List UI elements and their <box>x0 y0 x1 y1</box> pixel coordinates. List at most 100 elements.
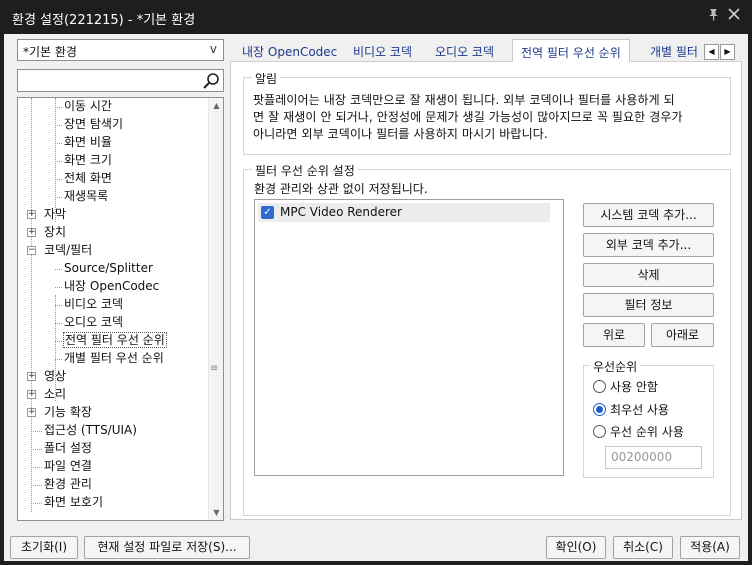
tree-item[interactable]: 화면 보호기 <box>44 494 103 511</box>
filter-priority-legend: 필터 우선 순위 설정 <box>252 162 358 179</box>
cancel-button[interactable]: 취소(C) <box>613 536 673 559</box>
tree-item[interactable]: 장치 <box>44 224 66 241</box>
filter-list[interactable]: ✓ MPC Video Renderer <box>254 199 564 476</box>
delete-button[interactable]: 삭제 <box>583 263 714 287</box>
tree-line <box>55 197 62 198</box>
tree-item[interactable]: 비디오 코덱 <box>64 296 123 313</box>
chevron-down-icon: v <box>209 42 217 56</box>
tree-item[interactable]: 영상 <box>44 368 66 385</box>
profile-select-value: *기본 환경 <box>23 45 77 59</box>
radio-selected-icon <box>593 403 606 416</box>
tree-item[interactable]: 재생목록 <box>64 188 108 205</box>
checkbox-checked-icon[interactable]: ✓ <box>261 206 274 219</box>
expand-icon[interactable]: + <box>27 228 36 237</box>
tab-scroll-right-icon[interactable]: ▶ <box>720 44 735 60</box>
tree-item[interactable]: 화면 크기 <box>64 152 112 169</box>
tree-line <box>55 161 62 162</box>
reset-button[interactable]: 초기화(I) <box>10 536 78 559</box>
add-system-codec-button[interactable]: 시스템 코덱 추가... <box>583 203 714 227</box>
tree-item[interactable]: 소리 <box>44 386 66 403</box>
tree-item[interactable]: 자막 <box>44 206 66 223</box>
scroll-up-icon[interactable]: ▲ <box>209 98 223 113</box>
tree-line <box>55 305 62 306</box>
scroll-down-icon[interactable]: ▼ <box>209 505 223 520</box>
tree-item[interactable]: 파일 연결 <box>44 458 92 475</box>
priority-legend: 우선순위 <box>590 358 641 375</box>
move-down-button[interactable]: 아래로 <box>651 323 714 347</box>
expand-icon[interactable]: + <box>27 210 36 219</box>
close-icon[interactable] <box>728 8 740 24</box>
radio-label: 최우선 사용 <box>610 403 670 417</box>
move-up-button[interactable]: 위로 <box>583 323 645 347</box>
tree-item[interactable]: 코덱/필터 <box>44 242 92 259</box>
tree-item[interactable]: 환경 관리 <box>44 476 92 493</box>
settings-tree[interactable]: 이동 시간 장면 탐색기 화면 비율 화면 크기 전체 화면 재생목록 + 자막… <box>17 97 224 521</box>
tree-line <box>55 287 62 288</box>
tree-line <box>55 341 62 342</box>
dialog-body: *기본 환경 v 이동 시간 장면 탐색기 화면 비율 화면 크기 전체 화면 … <box>4 34 748 561</box>
scrollbar-thumb[interactable] <box>211 115 221 503</box>
tree-item[interactable]: 접근성 (TTS/UIA) <box>44 422 137 439</box>
tree-content: 이동 시간 장면 탐색기 화면 비율 화면 크기 전체 화면 재생목록 + 자막… <box>18 98 208 520</box>
tab-builtin-opencodec[interactable]: 내장 OpenCodec <box>242 43 337 63</box>
expand-icon[interactable]: + <box>27 372 36 381</box>
tab-scroll-left-icon[interactable]: ◀ <box>704 44 719 60</box>
tree-item[interactable]: 오디오 코덱 <box>64 314 123 331</box>
profile-select[interactable]: *기본 환경 v <box>17 39 224 61</box>
notice-group: 알림 팟플레이어는 내장 코덱만으로 잘 재생이 됩니다. 외부 코덱이나 필터… <box>243 70 731 155</box>
tree-line <box>55 107 62 108</box>
notice-legend: 알림 <box>252 70 281 87</box>
tree-item[interactable]: 기능 확장 <box>44 404 92 421</box>
tree-item[interactable]: 폴더 설정 <box>44 440 92 457</box>
tree-item[interactable]: 전체 화면 <box>64 170 112 187</box>
pin-icon[interactable] <box>707 8 720 25</box>
save-current-settings-button[interactable]: 현재 설정 파일로 저장(S)... <box>84 536 250 559</box>
tree-line <box>55 359 62 360</box>
collapse-icon[interactable]: − <box>27 246 36 255</box>
radio-icon <box>593 425 606 438</box>
priority-value-field[interactable]: 00200000 <box>605 446 702 469</box>
tree-line <box>55 323 62 324</box>
tree-line <box>55 98 56 222</box>
tree-line <box>31 431 42 432</box>
filter-priority-description: 환경 관리와 상관 없이 저장됩니다. <box>254 182 428 196</box>
settings-window: 환경 설정(221215) - *기본 환경 *기본 환경 v 이동 시간 장면… <box>0 0 752 565</box>
list-item-label: MPC Video Renderer <box>280 205 402 219</box>
radio-label: 우선 순위 사용 <box>610 425 684 439</box>
tree-item[interactable]: 내장 OpenCodec <box>64 278 159 295</box>
tab-bar: 내장 OpenCodec 비디오 코덱 오디오 코덱 전역 필터 우선 순위 개… <box>230 38 742 63</box>
expand-icon[interactable]: + <box>27 408 36 417</box>
tree-item[interactable]: 장면 탐색기 <box>64 116 123 133</box>
filter-info-button[interactable]: 필터 정보 <box>583 293 714 317</box>
tree-line <box>31 503 42 504</box>
expand-icon[interactable]: + <box>27 390 36 399</box>
tree-item-selected[interactable]: 전역 필터 우선 순위 <box>63 332 167 349</box>
window-title: 환경 설정(221215) - *기본 환경 <box>12 13 196 28</box>
ok-button[interactable]: 확인(O) <box>546 536 606 559</box>
search-input[interactable] <box>17 69 224 92</box>
tree-scrollbar[interactable]: ▲ ▼ <box>208 98 223 520</box>
apply-button[interactable]: 적용(A) <box>680 536 740 559</box>
add-external-codec-button[interactable]: 외부 코덱 추가... <box>583 233 714 257</box>
priority-group: 우선순위 사용 안함 최우선 사용 우선 순위 사용 00200000 <box>583 358 714 478</box>
tree-item[interactable]: Source/Splitter <box>64 260 153 277</box>
tab-video-codec[interactable]: 비디오 코덱 <box>353 43 412 63</box>
title-bar[interactable]: 환경 설정(221215) - *기본 환경 <box>0 0 752 34</box>
tab-panel: 알림 팟플레이어는 내장 코덱만으로 잘 재생이 됩니다. 외부 코덱이나 필터… <box>230 62 742 520</box>
tab-global-filter-priority[interactable]: 전역 필터 우선 순위 <box>512 39 630 63</box>
tree-line <box>55 179 62 180</box>
filter-priority-group: 필터 우선 순위 설정 환경 관리와 상관 없이 저장됩니다. ✓ MPC Vi… <box>243 162 731 516</box>
tree-item[interactable]: 이동 시간 <box>64 98 112 115</box>
list-item[interactable]: ✓ MPC Video Renderer <box>258 203 550 222</box>
tree-line <box>31 485 42 486</box>
radio-label: 사용 안함 <box>610 380 658 394</box>
tree-item[interactable]: 화면 비율 <box>64 134 112 151</box>
tab-individual-filter[interactable]: 개별 필터 <box>650 43 698 63</box>
tab-audio-codec[interactable]: 오디오 코덱 <box>435 43 494 63</box>
tree-item[interactable]: 개별 필터 우선 순위 <box>64 350 164 367</box>
grip-icon: ≡ <box>210 363 219 374</box>
tree-line <box>31 449 42 450</box>
tree-line <box>55 125 62 126</box>
tree-line <box>55 143 62 144</box>
tree-line <box>55 269 62 270</box>
